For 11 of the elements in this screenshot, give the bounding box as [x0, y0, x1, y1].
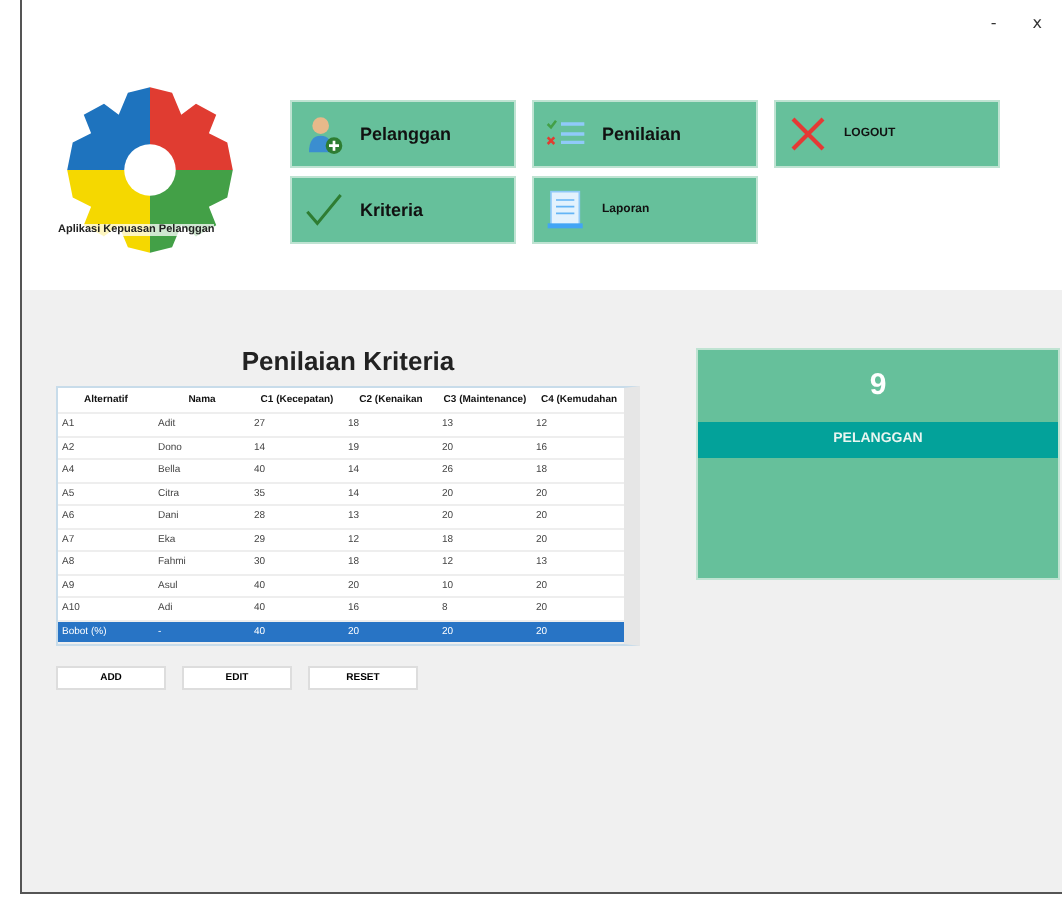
close-icon: [788, 114, 828, 154]
document-icon: [546, 190, 586, 230]
close-button[interactable]: x: [1024, 13, 1050, 31]
menu-button[interactable]: Kriteria: [290, 176, 516, 244]
panel-title: Penilaian Kriteria: [241, 346, 455, 376]
minimize-button[interactable]: -: [982, 13, 1005, 31]
checkmark-icon: [304, 190, 344, 230]
menu-button[interactable]: Penilaian: [532, 100, 758, 168]
person-add-icon: [304, 114, 344, 154]
menu-button[interactable]: Pelanggan: [290, 100, 516, 168]
stat-value: 9: [867, 366, 889, 406]
